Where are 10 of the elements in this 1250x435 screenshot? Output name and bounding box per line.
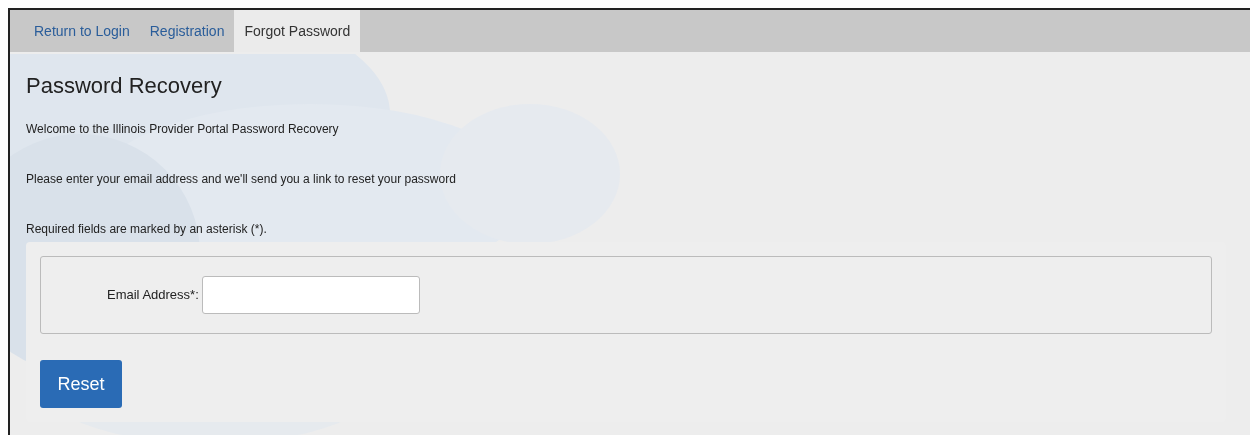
input-field[interactable] [201,276,420,314]
tab[interactable]: Forgot Password [234,10,361,52]
paragraph: Required fields are marked by an asterisk (*). [26,221,268,238]
page-title: Password Recovery [26,72,223,100]
tab[interactable]: Registration [139,10,235,52]
field-label: Email Address*: [107,286,199,305]
paragraph: Please enter your email address and we'll send you a link to reset your password [26,171,457,188]
reset-button[interactable]: Reset [40,360,122,408]
tab[interactable]: Return to Login [24,10,140,52]
paragraph: Welcome to the Illinois Provider Portal Password Recovery [26,121,340,138]
